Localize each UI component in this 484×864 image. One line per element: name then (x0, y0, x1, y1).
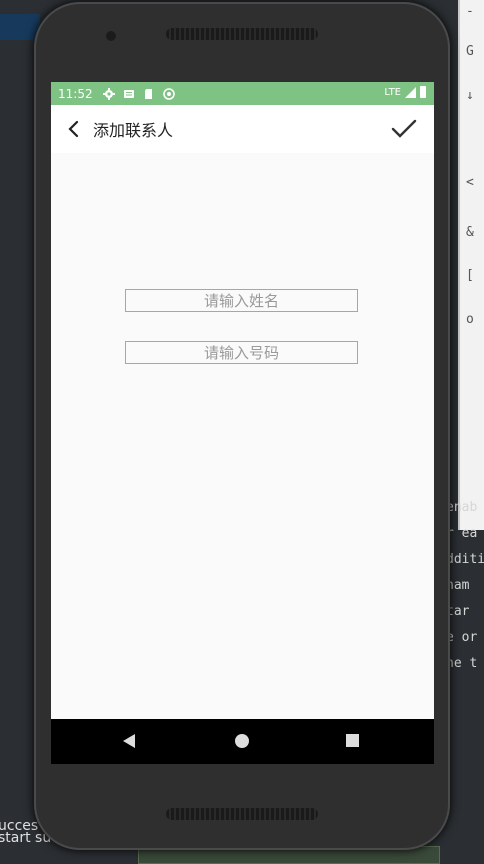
ide-tab-strip (0, 14, 40, 40)
ide-glyph: < (466, 175, 474, 190)
signal-icon (405, 86, 416, 98)
confirm-button[interactable] (390, 115, 418, 143)
code-line: he t (446, 656, 478, 671)
settings-icon (102, 87, 115, 100)
status-time: 11:52 (58, 86, 93, 101)
ide-glyph: - (466, 4, 474, 19)
ide-glyph: o (466, 312, 474, 327)
nav-recents-icon[interactable] (345, 733, 360, 748)
ide-glyph: & (466, 225, 474, 240)
ide-glyph: [ (466, 268, 474, 283)
back-arrow-icon (68, 120, 79, 138)
sd-card-icon (144, 88, 152, 99)
code-line: r ea (446, 526, 478, 541)
code-line: tar (446, 604, 470, 619)
top-speaker (166, 28, 318, 40)
app-bar: 添加联系人 (51, 105, 434, 153)
ide-glyph: ↓ (466, 88, 474, 103)
phone-frame: 11:52 LTE 添加联系人 请输入姓名 请输入号码 (34, 2, 450, 850)
page-title: 添加联系人 (93, 121, 174, 140)
ide-code-editor[interactable]: enab r ea dditi nam tar e or he t (446, 495, 484, 677)
bottom-speaker (166, 808, 318, 820)
ide-scrollbar[interactable] (458, 0, 460, 530)
nav-home-icon[interactable] (234, 733, 250, 749)
notification-icon (123, 89, 134, 98)
check-icon (391, 119, 417, 138)
ide-side-panel: - G ↓ < & [ o (458, 0, 484, 530)
code-line: dditi (446, 552, 484, 567)
sync-icon (162, 87, 175, 100)
device-screen: 11:52 LTE 添加联系人 请输入姓名 请输入号码 (51, 82, 434, 764)
code-line: e or (446, 630, 478, 645)
system-nav-bar (51, 719, 434, 764)
name-input[interactable] (125, 289, 358, 312)
nav-back-icon[interactable] (121, 733, 137, 749)
code-line: nam (446, 578, 470, 593)
phone-number-input[interactable] (125, 341, 358, 364)
back-button[interactable] (57, 105, 91, 153)
front-camera (106, 31, 116, 41)
battery-icon (420, 86, 426, 98)
status-right: LTE (384, 86, 426, 98)
code-line: enab (446, 500, 478, 515)
status-bar: 11:52 LTE (51, 82, 434, 105)
ide-glyph: G (466, 44, 474, 59)
network-type: LTE (384, 86, 401, 98)
